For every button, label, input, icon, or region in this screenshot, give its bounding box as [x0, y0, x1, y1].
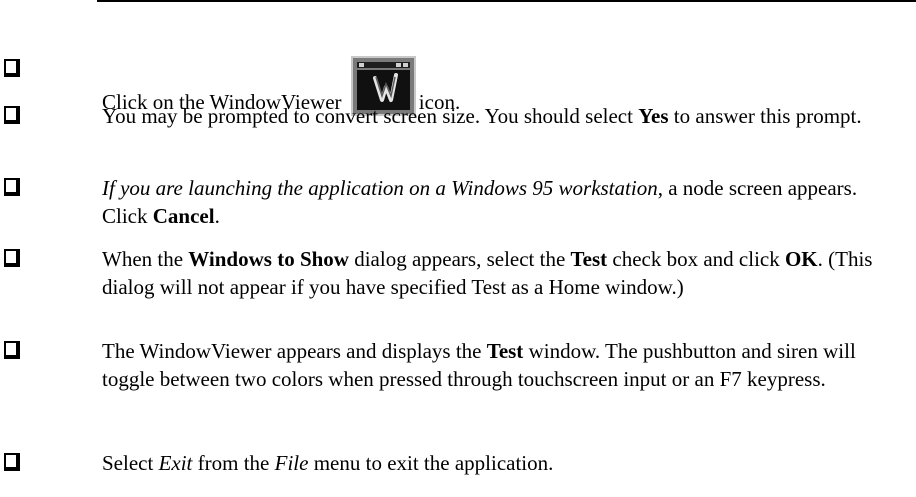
text-segment-bold: Windows to Show — [188, 247, 349, 271]
text-segment-italic: File — [274, 451, 309, 475]
checkbox-icon[interactable] — [4, 106, 20, 124]
text-segment: Select — [102, 451, 159, 475]
text-segment-bold: Test — [486, 339, 524, 363]
text-segment: menu to exit the application. — [308, 451, 554, 475]
text-segment: to answer this prompt. — [668, 104, 862, 128]
text-segment: from the — [192, 451, 275, 475]
text-segment-bold: Yes — [638, 104, 669, 128]
checkbox-icon[interactable] — [4, 59, 20, 77]
text-segment-bold: Test — [570, 247, 608, 271]
text-segment-italic: Exit — [158, 451, 193, 475]
text-segment-bold: OK — [784, 247, 818, 271]
text-segment: When the — [102, 247, 189, 271]
checkbox-icon[interactable] — [4, 341, 20, 359]
checkbox-icon[interactable] — [4, 249, 20, 267]
text-segment: The WindowViewer appears and displays th… — [102, 339, 487, 363]
step-text: You may be prompted to convert screen si… — [102, 102, 902, 130]
text-segment-bold: Cancel — [152, 204, 215, 228]
step-text: If you are launching the application on … — [102, 174, 902, 230]
text-segment: dialog appears, select the — [348, 247, 571, 271]
checkbox-icon[interactable] — [4, 453, 20, 471]
text-segment: . — [214, 204, 220, 228]
step-text: When the Windows to Show dialog appears,… — [102, 245, 902, 301]
text-segment: You may be prompted to convert screen si… — [102, 104, 639, 128]
text-segment-italic: If you are launching the application on … — [102, 176, 658, 200]
step-text: Select Exit from the File menu to exit t… — [102, 449, 902, 477]
checkbox-icon[interactable] — [4, 178, 20, 196]
step-text: The WindowViewer appears and displays th… — [102, 337, 902, 393]
text-segment: check box and click — [607, 247, 785, 271]
top-rule — [97, 0, 916, 2]
